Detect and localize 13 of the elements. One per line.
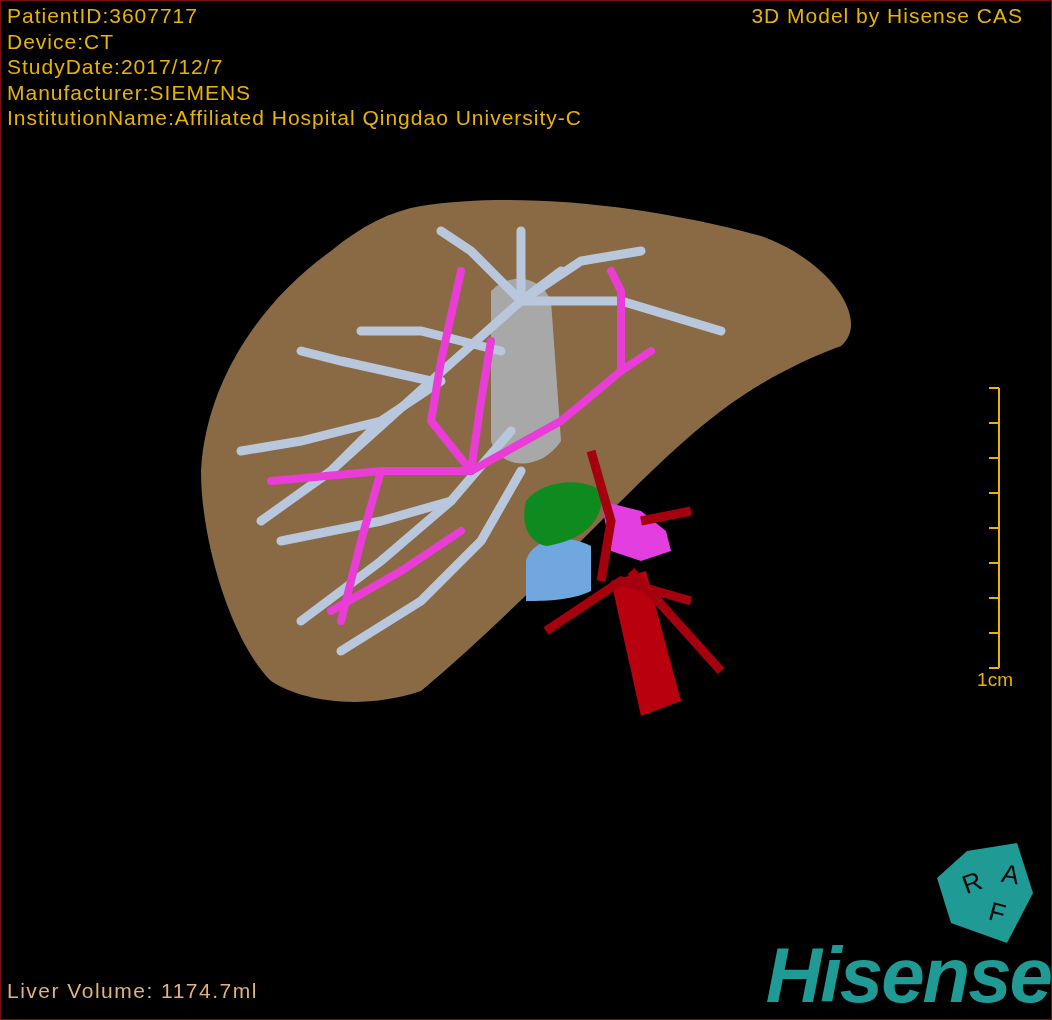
patient-info-text: InstitutionName:Affiliated Hospital Qingdao University-C xyxy=(7,105,582,131)
patient-info-text: Manufacturer:SIEMENS xyxy=(7,79,253,105)
cube-face-label: F xyxy=(985,895,1009,929)
cube-face-label: A xyxy=(999,857,1022,891)
scale-label: 1cm xyxy=(977,669,1013,691)
orientation-cube[interactable]: R A F xyxy=(937,843,1033,943)
patient-info-text: Device:CT xyxy=(7,28,116,54)
3d-viewport[interactable]: PatientID:3607717 Device:CT StudyDate:2017/12/7 Manufacturer:SIEMENS InstitutionName:Affiliated Hospital Qingdao University-C 3D Model by Hisense CAS 1cm R A F Liver Volume: 1174.7ml Hisense xyxy=(0,0,1052,1020)
cube-face-label: R xyxy=(957,865,986,900)
patient-info-text: StudyDate:2017/12/7 xyxy=(7,54,225,80)
model-credit-text: 3D Model by Hisense CAS xyxy=(751,4,1023,28)
patient-info-text: PatientID:3607717 xyxy=(7,3,199,29)
liver-volume-text: Liver Volume: 1174.7ml xyxy=(7,979,258,1003)
